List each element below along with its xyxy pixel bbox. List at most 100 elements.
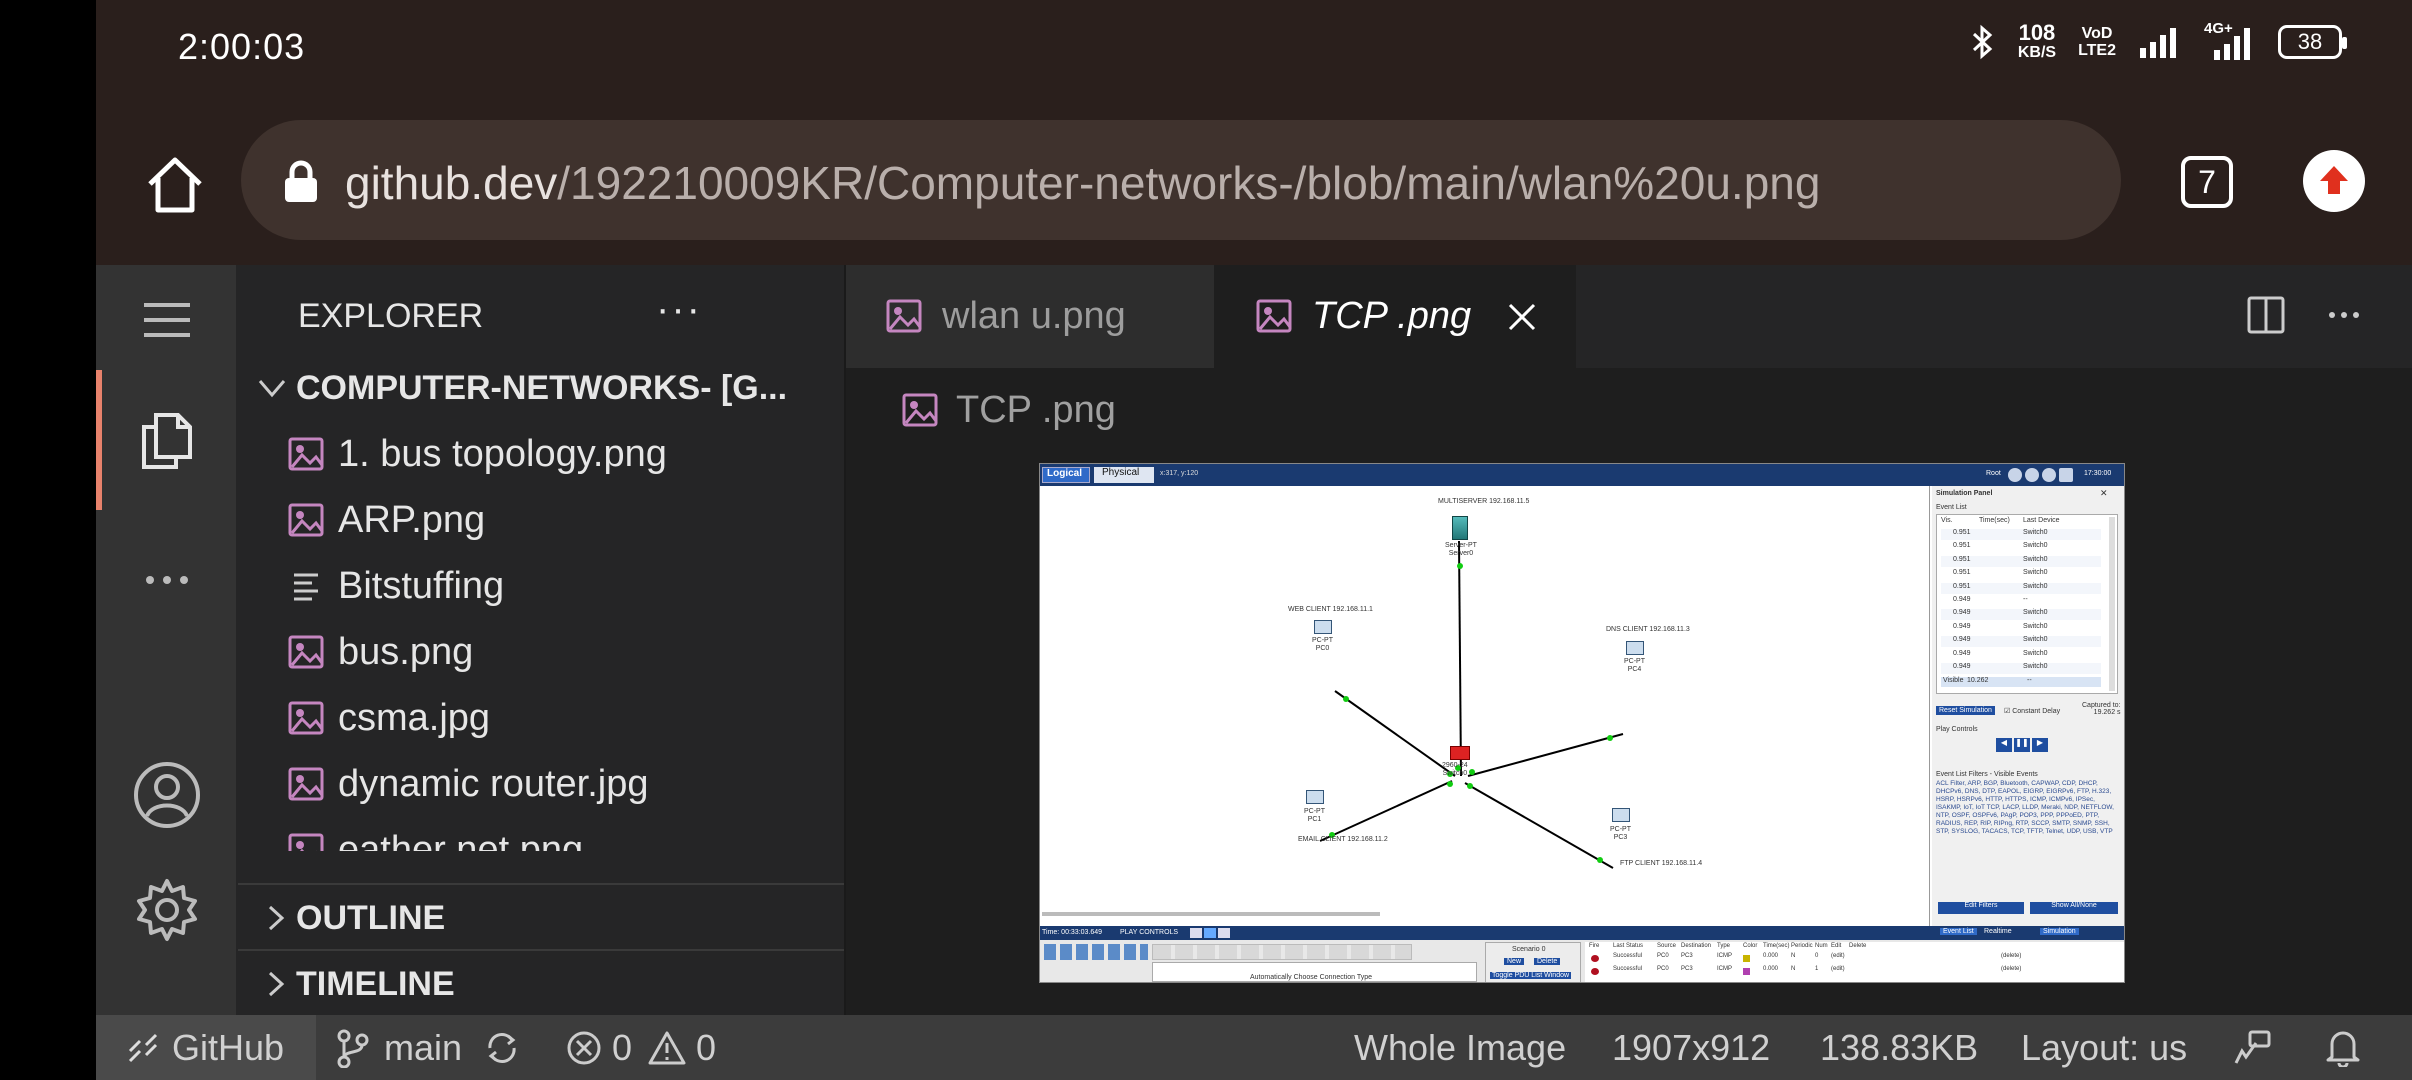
file-item[interactable]: bus.png (238, 619, 844, 685)
image-file-icon (902, 393, 938, 427)
delete-scenario-button[interactable]: Delete (1534, 958, 1561, 965)
pdu-table[interactable]: Fire Last Status Source Destination Type Colo… (1585, 942, 2124, 982)
pt-view-icon[interactable] (2059, 468, 2073, 482)
step-back-icon[interactable] (1190, 928, 1202, 938)
event-list-button[interactable]: Event List (1940, 928, 1977, 935)
pc-icon[interactable] (1306, 790, 1324, 804)
file-name: eather net.png (338, 829, 584, 851)
pdu-header-cell: Time(sec) (1763, 943, 1790, 949)
sim-panel-close-icon[interactable]: ✕ (2100, 488, 2108, 499)
event-row[interactable]: 0.949 Switch0 (1941, 622, 2101, 634)
file-name: dynamic router.jpg (338, 763, 649, 805)
feedback-icon[interactable] (2232, 1029, 2272, 1067)
toggle-pdu-button[interactable]: Toggle PDU List Window (1490, 972, 1572, 979)
problems-indicator[interactable]: 0 0 (566, 1015, 716, 1080)
step-forward-icon[interactable]: ▶ (2032, 738, 2048, 752)
pdu-header-cell: Fire (1589, 943, 1600, 949)
files-icon[interactable] (132, 405, 202, 475)
sync-icon[interactable] (482, 1028, 522, 1068)
pt-back-icon[interactable] (2008, 468, 2022, 482)
event-row[interactable]: 0.951 Switch0 (1941, 569, 2101, 581)
event-row[interactable]: 0.951 Switch0 (1941, 582, 2101, 594)
file-item[interactable]: 1. bus topology.png (238, 421, 844, 487)
account-icon[interactable] (132, 760, 202, 830)
file-item[interactable]: ARP.png (238, 487, 844, 553)
update-icon[interactable] (2303, 150, 2365, 212)
pt-physical-tab[interactable]: Physical (1094, 467, 1154, 483)
event-row[interactable]: 0.949 Switch0 (1941, 609, 2101, 621)
pt-zoom-icon[interactable] (2042, 468, 2056, 482)
pt-workspace[interactable]: MULTISERVER 192.168.11.5 Server-PT Serve… (1040, 486, 1930, 926)
simulation-tab[interactable]: Simulation (2040, 928, 2079, 935)
close-icon[interactable] (1506, 301, 1538, 333)
file-item[interactable]: Bitstuffing (238, 553, 844, 619)
event-list-scrollbar[interactable] (2109, 517, 2115, 691)
file-item[interactable]: dynamic router.jpg (238, 751, 844, 817)
fire-icon[interactable] (1591, 955, 1599, 962)
pdu-row[interactable]: Successful PC0 PC3 ICMP 0.000 N 1 (edit) (delete… (1587, 966, 2123, 977)
repo-folder-row[interactable]: COMPUTER-NETWORKS- [G... (238, 355, 844, 421)
pause-icon[interactable]: ❚❚ (2014, 738, 2030, 752)
fire-icon[interactable] (1591, 968, 1599, 975)
switch-icon[interactable] (1450, 746, 1470, 760)
tab-tcp[interactable]: TCP .png (1216, 265, 1576, 368)
outline-section[interactable]: OUTLINE (238, 883, 844, 949)
pdu-cell: (edit) (1831, 953, 1845, 959)
pause-icon[interactable] (1204, 928, 1216, 938)
event-row[interactable]: 0.951 Switch0 (1941, 529, 2101, 540)
step-back-icon[interactable]: ◀ (1996, 738, 2012, 752)
event-list-table[interactable]: Vis. Time(sec) Last Device 0.951 Switch0 0… (1936, 514, 2118, 694)
url-text[interactable]: github.dev/192210009KR/Computer-networks… (345, 156, 1820, 210)
pdu-cell: PC0 (1657, 966, 1669, 972)
menu-icon[interactable] (132, 285, 202, 355)
file-name: Bitstuffing (338, 565, 505, 607)
pt-logical-tab[interactable]: Logical (1042, 467, 1090, 483)
event-device: Switch0 (2023, 529, 2048, 536)
edit-filters-button[interactable]: Edit Filters (1938, 902, 2024, 914)
server-icon[interactable] (1452, 516, 1468, 540)
event-device: Switch0 (2023, 663, 2048, 670)
event-row[interactable]: 0.949 Switch0 (1941, 663, 2101, 674)
branch-indicator[interactable]: main (336, 1015, 522, 1080)
show-all-button[interactable]: Show All/None (2030, 902, 2118, 914)
step-forward-icon[interactable] (1218, 928, 1230, 938)
tab-wlan-u[interactable]: wlan u.png (846, 265, 1216, 368)
pc-icon[interactable] (1626, 641, 1644, 655)
explorer-more-button[interactable]: ··· (656, 287, 702, 332)
device-category-icons[interactable] (1044, 944, 1148, 960)
file-item[interactable]: eather net.png (238, 817, 844, 851)
event-row[interactable]: 0.949 Switch0 (1941, 636, 2101, 648)
constant-delay-checkbox[interactable]: ☑ Constant Delay (2004, 707, 2060, 715)
timeline-section[interactable]: TIMELINE (238, 949, 844, 1015)
event-row[interactable]: 0.951 Switch0 (1941, 542, 2101, 554)
layout-indicator[interactable]: Layout: us (2021, 1027, 2187, 1069)
tab-switcher-button[interactable]: 7 (2181, 156, 2233, 208)
pt-bottom-controls (1190, 928, 1230, 938)
bell-icon[interactable] (2324, 1027, 2362, 1067)
pc-icon[interactable] (1612, 808, 1630, 822)
scenario-select[interactable]: Scenario 0 (1512, 946, 1545, 953)
address-bar[interactable]: github.dev/192210009KR/Computer-networks… (241, 120, 2121, 240)
pt-forward-icon[interactable] (2025, 468, 2039, 482)
view-mode[interactable]: Whole Image (1354, 1027, 1566, 1069)
event-device: Switch0 (2023, 622, 2048, 630)
more-icon[interactable] (132, 545, 202, 615)
file-item[interactable]: csma.jpg (238, 685, 844, 751)
pdu-row[interactable]: Successful PC0 PC3 ICMP 0.000 N 0 (edit) (delete… (1587, 953, 2123, 964)
reset-simulation-button[interactable]: Reset Simulation (1936, 706, 1995, 715)
connection-type-icons[interactable] (1152, 944, 1412, 960)
event-row[interactable]: 0.949 Switch0 (1941, 649, 2101, 661)
event-time: 0.951 (1953, 555, 1971, 563)
event-row[interactable]: 0.949 -- (1941, 596, 2101, 607)
home-icon[interactable] (140, 150, 210, 220)
breadcrumb[interactable]: TCP .png (902, 380, 1116, 440)
pc-icon[interactable] (1314, 620, 1332, 634)
realtime-tab[interactable]: Realtime (1984, 928, 2012, 935)
event-row[interactable]: 0.951 Switch0 (1941, 555, 2101, 567)
settings-icon[interactable] (132, 875, 202, 945)
remote-indicator[interactable]: GitHub (96, 1015, 316, 1080)
file-name: csma.jpg (338, 697, 491, 739)
new-scenario-button[interactable]: New (1504, 958, 1525, 965)
more-actions-icon[interactable] (2324, 295, 2364, 335)
split-editor-icon[interactable] (2246, 295, 2286, 335)
